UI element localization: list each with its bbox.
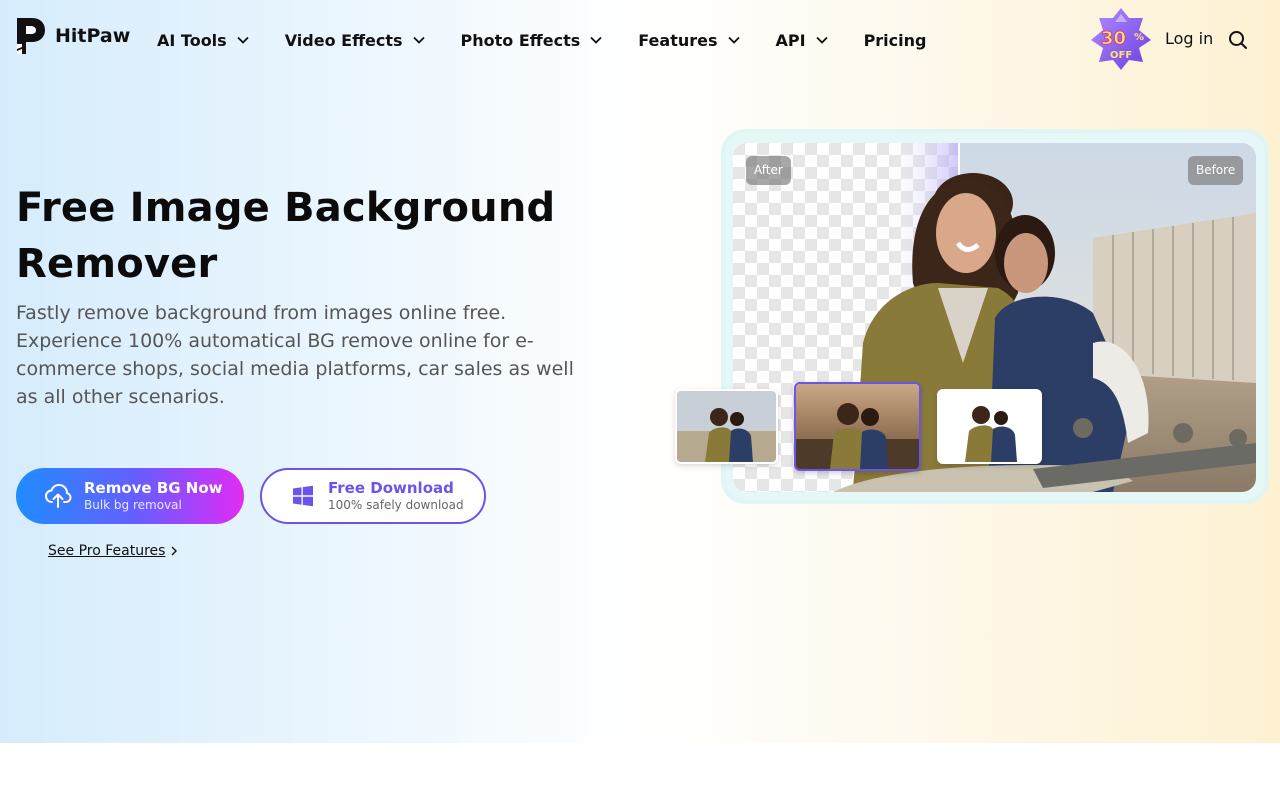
brand-name: HitPaw bbox=[55, 25, 131, 47]
after-label: After bbox=[746, 156, 791, 185]
before-label: Before bbox=[1188, 156, 1244, 185]
main-nav: AI Tools Video Effects Photo Effects Fea… bbox=[157, 29, 962, 51]
free-download-button[interactable]: Free Download 100% safely download bbox=[260, 468, 486, 524]
nav-item-pricing[interactable]: Pricing bbox=[864, 29, 927, 51]
badge-percent: 30 bbox=[1101, 28, 1126, 49]
button-subtitle: Bulk bg removal bbox=[84, 498, 182, 512]
badge-percent-sign: % bbox=[1134, 32, 1144, 43]
nav-item-label: AI Tools bbox=[157, 30, 227, 50]
nav-item-label: Pricing bbox=[863, 30, 927, 50]
link-label: See Pro Features bbox=[48, 543, 166, 559]
button-subtitle: 100% safely download bbox=[328, 498, 464, 512]
site-header: HitPaw AI Tools Video Effects Photo Effe… bbox=[0, 0, 1280, 80]
badge-off: OFF bbox=[1110, 50, 1132, 61]
page-title: Free Image Background Remover bbox=[16, 185, 556, 287]
button-title: Remove BG Now bbox=[84, 479, 223, 497]
login-link[interactable]: Log in bbox=[1165, 29, 1213, 48]
nav-item-video-effects[interactable]: Video Effects bbox=[285, 29, 425, 51]
remove-bg-now-button[interactable]: Remove BG Now Bulk bg removal bbox=[16, 468, 244, 524]
nav-item-label: Features bbox=[638, 30, 718, 50]
chevron-down-icon bbox=[815, 36, 828, 44]
nav-item-features[interactable]: Features bbox=[638, 29, 740, 51]
chevron-right-icon bbox=[171, 546, 178, 556]
button-text: Remove BG Now Bulk bg removal bbox=[84, 479, 223, 513]
thumbnail-original[interactable] bbox=[675, 389, 778, 464]
chevron-down-icon bbox=[590, 36, 602, 44]
chevron-down-icon bbox=[412, 36, 425, 44]
button-text: Free Download 100% safely download bbox=[328, 479, 464, 513]
search-icon[interactable] bbox=[1228, 30, 1248, 50]
thumbnail-white-bg[interactable] bbox=[937, 389, 1042, 464]
windows-icon bbox=[293, 485, 313, 507]
button-title: Free Download bbox=[328, 479, 454, 497]
discount-badge[interactable]: 30 % OFF bbox=[1087, 6, 1155, 72]
nav-item-label: API bbox=[775, 30, 806, 50]
nav-item-label: Video Effects bbox=[284, 30, 403, 50]
hero-description: Fastly remove background from images onl… bbox=[16, 302, 574, 408]
nav-item-api[interactable]: API bbox=[776, 29, 828, 51]
brand-logo[interactable]: HitPaw bbox=[15, 16, 130, 56]
thumbnail-sunset[interactable] bbox=[794, 382, 921, 471]
see-pro-features-link[interactable]: See Pro Features bbox=[48, 543, 178, 559]
nav-item-label: Photo Effects bbox=[460, 30, 581, 50]
nav-item-ai-tools[interactable]: AI Tools bbox=[157, 29, 249, 51]
chevron-down-icon bbox=[727, 36, 740, 44]
nav-item-photo-effects[interactable]: Photo Effects bbox=[461, 29, 603, 51]
upload-cloud-icon bbox=[44, 483, 72, 508]
hitpaw-logo-icon bbox=[17, 18, 45, 54]
chevron-down-icon bbox=[237, 36, 249, 44]
